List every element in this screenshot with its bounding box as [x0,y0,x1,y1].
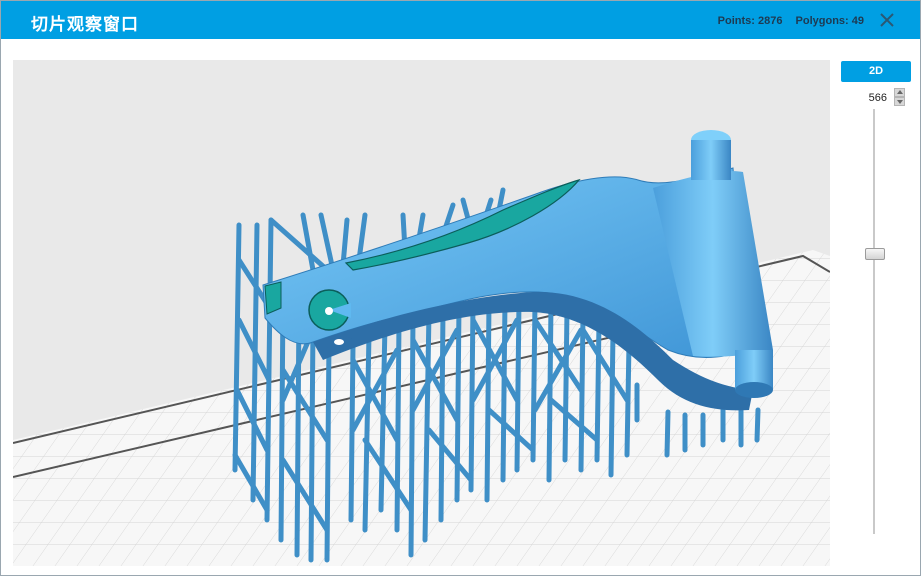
model-stats: Points: 2876 Polygons: 49 [708,15,864,27]
3d-viewport[interactable] [13,60,830,566]
spin-down-icon[interactable] [894,97,905,106]
title-bar: 切片观察窗口 Points: 2876 Polygons: 49 [1,1,920,39]
layer-number-field[interactable]: 566 [861,92,887,104]
slice-viewer-window: 切片观察窗口 Points: 2876 Polygons: 49 2D 566 [0,0,921,576]
2d-view-button[interactable]: 2D [841,61,911,82]
window-title: 切片观察窗口 [31,15,139,35]
layer-spinner [894,88,905,106]
layer-slider-thumb[interactable] [865,248,885,260]
close-icon [880,13,894,27]
points-count: Points: 2876 [717,15,783,27]
close-button[interactable] [878,11,896,29]
layer-slider-track[interactable] [873,109,875,534]
polygons-count: Polygons: 49 [795,15,864,27]
scene-canvas [13,130,830,566]
spin-up-icon[interactable] [894,88,905,97]
layer-panel: 2D 566 [841,61,911,541]
